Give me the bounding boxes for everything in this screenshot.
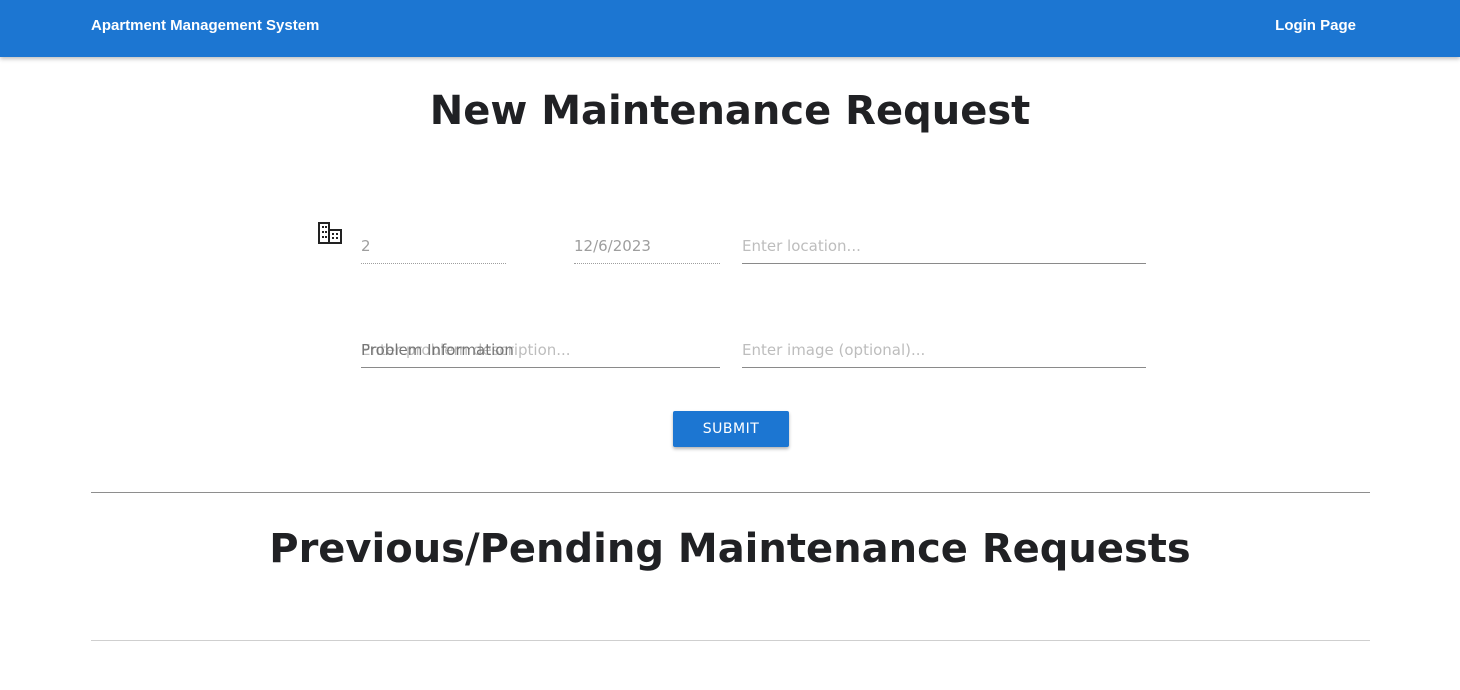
unit-number-input[interactable] xyxy=(361,228,506,263)
location-field[interactable] xyxy=(742,228,1146,264)
login-page-link[interactable]: Login Page xyxy=(1275,17,1356,34)
problem-description-input[interactable] xyxy=(361,332,720,367)
date-field[interactable] xyxy=(574,228,720,264)
image-input[interactable] xyxy=(742,332,1146,367)
problem-description-field[interactable]: Problem Information xyxy=(361,332,720,368)
list-divider xyxy=(91,640,1370,641)
app-bar: Apartment Management System Login Page xyxy=(0,0,1460,57)
date-input[interactable] xyxy=(574,228,720,263)
unit-number-field[interactable] xyxy=(361,228,506,264)
image-field[interactable] xyxy=(742,332,1146,368)
section-divider xyxy=(91,492,1370,493)
previous-requests-title: Previous/Pending Maintenance Requests xyxy=(269,526,1191,572)
location-input[interactable] xyxy=(742,228,1146,263)
new-request-title: New Maintenance Request xyxy=(429,88,1031,134)
building-icon xyxy=(318,222,342,244)
submit-button[interactable]: SUBMIT xyxy=(673,411,789,447)
app-title: Apartment Management System xyxy=(91,17,320,34)
